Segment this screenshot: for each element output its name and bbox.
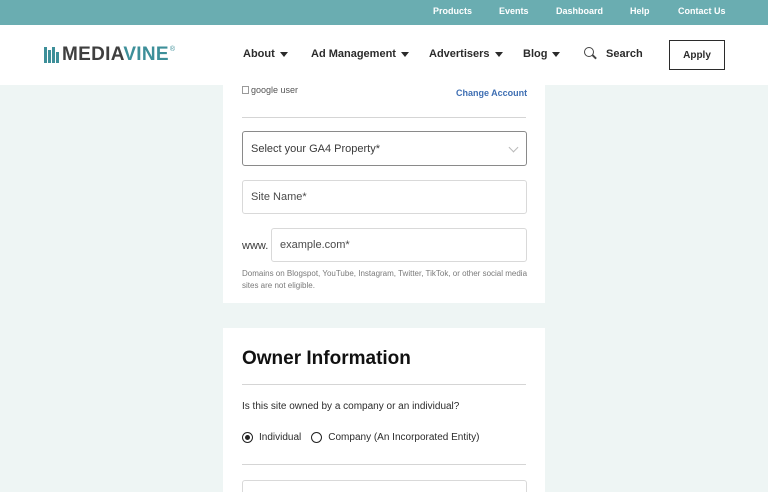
domain-help-text: Domains on Blogspot, YouTube, Instagram,… [242, 269, 528, 290]
search-label: Search [606, 47, 643, 60]
ga4-property-placeholder: Select your GA4 Property* [251, 142, 381, 155]
radio-individual-label[interactable]: Individual [259, 432, 301, 443]
site-details-card: google user Change Account Select your G… [223, 85, 545, 303]
domain-placeholder: example.com* [280, 239, 350, 251]
site-name-field[interactable]: Site Name* [242, 180, 527, 214]
ownership-question: Is this site owned by a company or an in… [242, 401, 460, 412]
search-button[interactable]: Search [584, 47, 643, 60]
domain-field[interactable]: example.com* [271, 228, 527, 262]
next-form-field[interactable] [242, 480, 527, 492]
search-icon [584, 47, 597, 60]
google-user-alt-text: google user [251, 85, 299, 95]
topbar-link-help[interactable]: Help [630, 6, 650, 16]
domain-prefix-label: www. [242, 240, 269, 252]
owner-information-title: Owner Information [242, 348, 411, 369]
change-account-link[interactable]: Change Account [456, 88, 527, 98]
nav-blog-label: Blog [523, 48, 548, 60]
nav-advertisers[interactable]: Advertisers [429, 48, 503, 60]
chevron-down-icon [508, 142, 519, 153]
main-header: MEDIAVINE ® About Ad Management Advertis… [0, 25, 768, 85]
nav-advertisers-label: Advertisers [429, 48, 490, 60]
radio-individual[interactable] [242, 432, 253, 443]
vine-logo-icon [44, 47, 59, 63]
nav-about-label: About [243, 48, 275, 60]
divider [242, 464, 526, 465]
owner-information-card: Owner Information Is this site owned by … [223, 328, 545, 492]
ga4-property-select[interactable]: Select your GA4 Property* [242, 131, 527, 166]
radio-company[interactable] [311, 432, 323, 443]
topbar-link-products[interactable]: Products [433, 6, 472, 16]
topbar-link-dashboard[interactable]: Dashboard [556, 6, 603, 16]
google-user-avatar: google user [242, 85, 298, 95]
ownership-radio-group: Individual Company (An Incorporated Enti… [242, 432, 479, 443]
logo-wordmark: MEDIAVINE [62, 44, 169, 66]
registered-mark: ® [169, 46, 176, 53]
radio-company-label[interactable]: Company (An Incorporated Entity) [328, 432, 479, 443]
radio-selected-dot [245, 435, 250, 440]
broken-image-icon [242, 86, 249, 94]
divider [242, 384, 526, 385]
divider [242, 117, 526, 118]
utility-bar: Products Events Dashboard Help Contact U… [0, 0, 768, 25]
logo-wordmark-media: MEDIA [62, 44, 124, 65]
caret-down-icon [279, 52, 288, 57]
topbar-link-events[interactable]: Events [499, 6, 529, 16]
topbar-link-contact-us[interactable]: Contact Us [678, 6, 726, 16]
apply-button[interactable]: Apply [669, 40, 725, 70]
mediavine-logo[interactable]: MEDIAVINE ® [44, 44, 175, 66]
nav-ad-management[interactable]: Ad Management [311, 48, 409, 60]
site-name-placeholder: Site Name* [251, 191, 307, 203]
caret-down-icon [552, 52, 561, 57]
nav-about[interactable]: About [243, 48, 288, 60]
caret-down-icon [400, 52, 409, 57]
caret-down-icon [494, 52, 503, 57]
logo-wordmark-vine: VINE [123, 44, 169, 65]
nav-blog[interactable]: Blog [523, 48, 561, 60]
nav-ad-management-label: Ad Management [311, 48, 396, 60]
